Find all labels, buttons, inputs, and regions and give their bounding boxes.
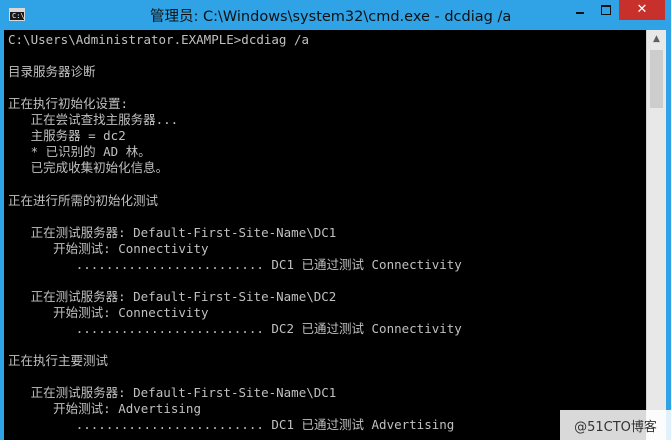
console-line: 已完成收集初始化信息。 bbox=[8, 160, 169, 176]
cmd-window: C:\ 管理员: C:\Windows\system32\cmd.exe - d… bbox=[0, 0, 671, 440]
console-line: ......................... DC1 已通过测试 Conn… bbox=[8, 256, 462, 272]
window-border bbox=[666, 30, 671, 440]
cmd-app-icon[interactable]: C:\ bbox=[9, 8, 25, 21]
console-line: 正在执行主要测试 bbox=[8, 353, 109, 368]
scroll-up-arrow-icon[interactable]: ▲ bbox=[647, 30, 666, 48]
console-line: 正在进行所需的初始化测试 bbox=[8, 192, 159, 208]
maximize-icon bbox=[601, 5, 611, 15]
console-line: 正在执行初始化设置: bbox=[8, 96, 129, 112]
console-line: 目录服务器诊断 bbox=[8, 64, 96, 80]
console-line: * 已识别的 AD 林。 bbox=[8, 144, 151, 160]
console-output[interactable]: C:\Users\Administrator.EXAMPLE>dcdiag /a… bbox=[4, 30, 646, 440]
console-line: 主服务器 = dc2 bbox=[8, 128, 126, 144]
console-line: 正在测试服务器: Default-First-Site-Name\DC1 bbox=[8, 224, 337, 240]
console-line: 开始测试: Connectivity bbox=[8, 240, 209, 256]
console-line: 正在尝试查找主服务器... bbox=[8, 112, 179, 128]
scroll-thumb[interactable] bbox=[650, 50, 663, 108]
console-line: 开始测试: Advertising bbox=[8, 401, 201, 417]
maximize-button[interactable] bbox=[593, 0, 619, 20]
title-bar[interactable]: C:\ 管理员: C:\Windows\system32\cmd.exe - d… bbox=[0, 0, 671, 30]
close-button[interactable]: ✕ bbox=[619, 0, 665, 20]
console-line: ......................... DC1 已通过测试 Adve… bbox=[8, 417, 455, 433]
console-line: 正在测试服务器: Default-First-Site-Name\DC2 bbox=[8, 288, 337, 304]
console-line: 开始测试: Connectivity bbox=[8, 304, 209, 320]
window-title: 管理员: C:\Windows\system32\cmd.exe - dcdia… bbox=[150, 9, 512, 25]
minimize-button[interactable] bbox=[566, 0, 593, 20]
console-line: C:\Users\Administrator.EXAMPLE>dcdiag /a bbox=[8, 32, 310, 47]
console-line: 正在测试服务器: Default-First-Site-Name\DC1 bbox=[8, 385, 337, 401]
console-line: ......................... DC2 已通过测试 Conn… bbox=[8, 320, 462, 336]
vertical-scrollbar[interactable]: ▲ bbox=[646, 30, 666, 440]
watermark: @51CTO博客 bbox=[560, 410, 671, 440]
minimize-icon bbox=[575, 12, 584, 14]
close-icon: ✕ bbox=[636, 2, 648, 17]
